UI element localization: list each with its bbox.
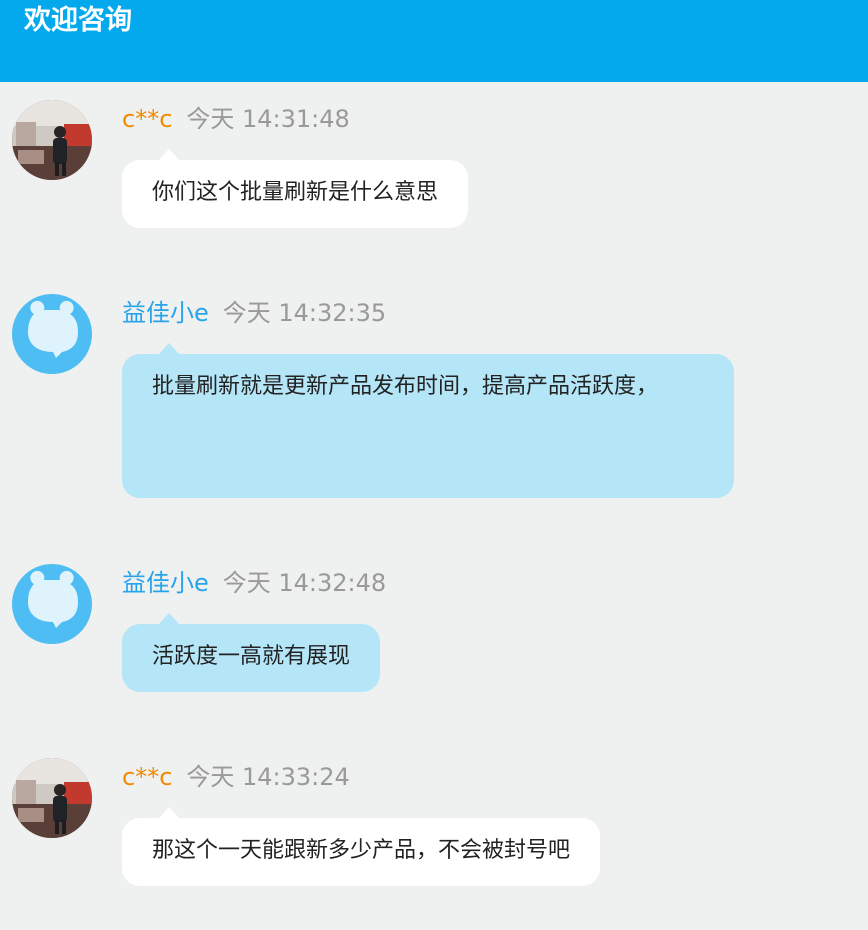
message-bubble[interactable]: 活跃度一高就有展现	[122, 613, 381, 692]
chat-header: 欢迎咨询	[0, 0, 868, 82]
chat-message: 益佳小e 今天 14:32:48 活跃度一高就有展现	[0, 546, 868, 706]
chat-message: 益佳小e 今天 14:32:35 批量刷新就是更新产品发布时间，提高产品活跃度，	[0, 276, 868, 506]
sender-name[interactable]: c**c	[122, 105, 172, 133]
message-time: 今天 14:31:48	[186, 105, 350, 133]
message-time: 今天 14:32:48	[222, 569, 387, 597]
agent-avatar[interactable]	[12, 564, 92, 644]
chat-message-list[interactable]: c**c 今天 14:31:48 你们这个批量刷新是什么意思 益佳小e 今天 14:…	[0, 82, 868, 930]
message-meta: c**c 今天 14:33:24	[122, 762, 350, 792]
message-text: 批量刷新就是更新产品发布时间，提高产品活跃度，	[152, 374, 659, 399]
user-photo-avatar	[12, 100, 92, 180]
message-meta: c**c 今天 14:31:48	[122, 104, 350, 134]
sender-name[interactable]: 益佳小e	[122, 569, 209, 597]
message-text: 那这个一天能跟新多少产品，不会被封号吧	[152, 838, 571, 863]
user-avatar[interactable]	[12, 758, 92, 838]
user-avatar[interactable]	[12, 100, 92, 180]
chat-message: c**c 今天 14:33:24 那这个一天能跟新多少产品，不会被封号吧	[0, 740, 868, 900]
header-title: 欢迎咨询	[24, 5, 132, 36]
chat-message: c**c 今天 14:31:48 你们这个批量刷新是什么意思	[0, 82, 868, 242]
sender-name[interactable]: 益佳小e	[122, 299, 209, 327]
user-photo-avatar	[12, 758, 92, 838]
bear-avatar-icon	[28, 300, 78, 358]
agent-avatar[interactable]	[12, 294, 92, 374]
message-bubble[interactable]: 你们这个批量刷新是什么意思	[122, 149, 469, 228]
message-meta: 益佳小e 今天 14:32:35	[122, 298, 386, 328]
sender-name[interactable]: c**c	[122, 763, 172, 791]
bear-avatar-icon	[28, 570, 78, 628]
message-text: 你们这个批量刷新是什么意思	[152, 180, 439, 205]
message-meta: 益佳小e 今天 14:32:48	[122, 568, 386, 598]
message-time: 今天 14:32:35	[222, 299, 387, 327]
message-bubble[interactable]: 那这个一天能跟新多少产品，不会被封号吧	[122, 807, 601, 886]
message-text: 活跃度一高就有展现	[152, 644, 351, 669]
message-time: 今天 14:33:24	[186, 763, 350, 791]
message-bubble[interactable]: 批量刷新就是更新产品发布时间，提高产品活跃度，	[122, 343, 734, 498]
